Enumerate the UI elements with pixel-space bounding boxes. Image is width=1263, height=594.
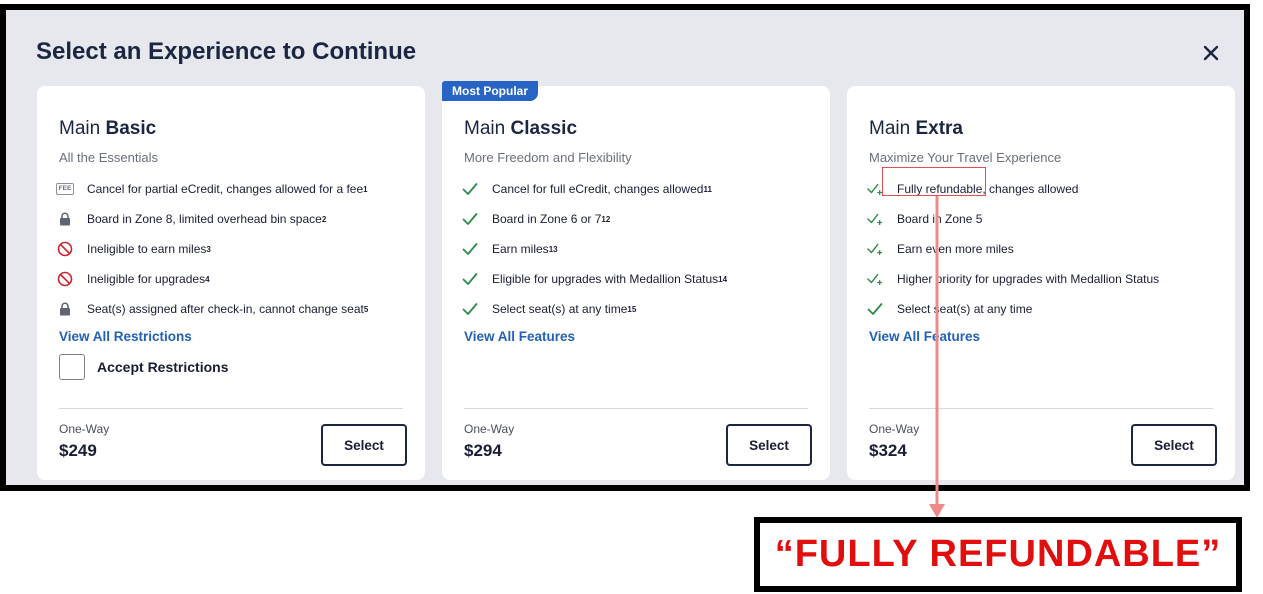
annotation-callout: “FULLY REFUNDABLE” bbox=[754, 517, 1242, 592]
callout-text: “FULLY REFUNDABLE” bbox=[774, 533, 1222, 575]
annotation-arrow bbox=[929, 196, 945, 518]
